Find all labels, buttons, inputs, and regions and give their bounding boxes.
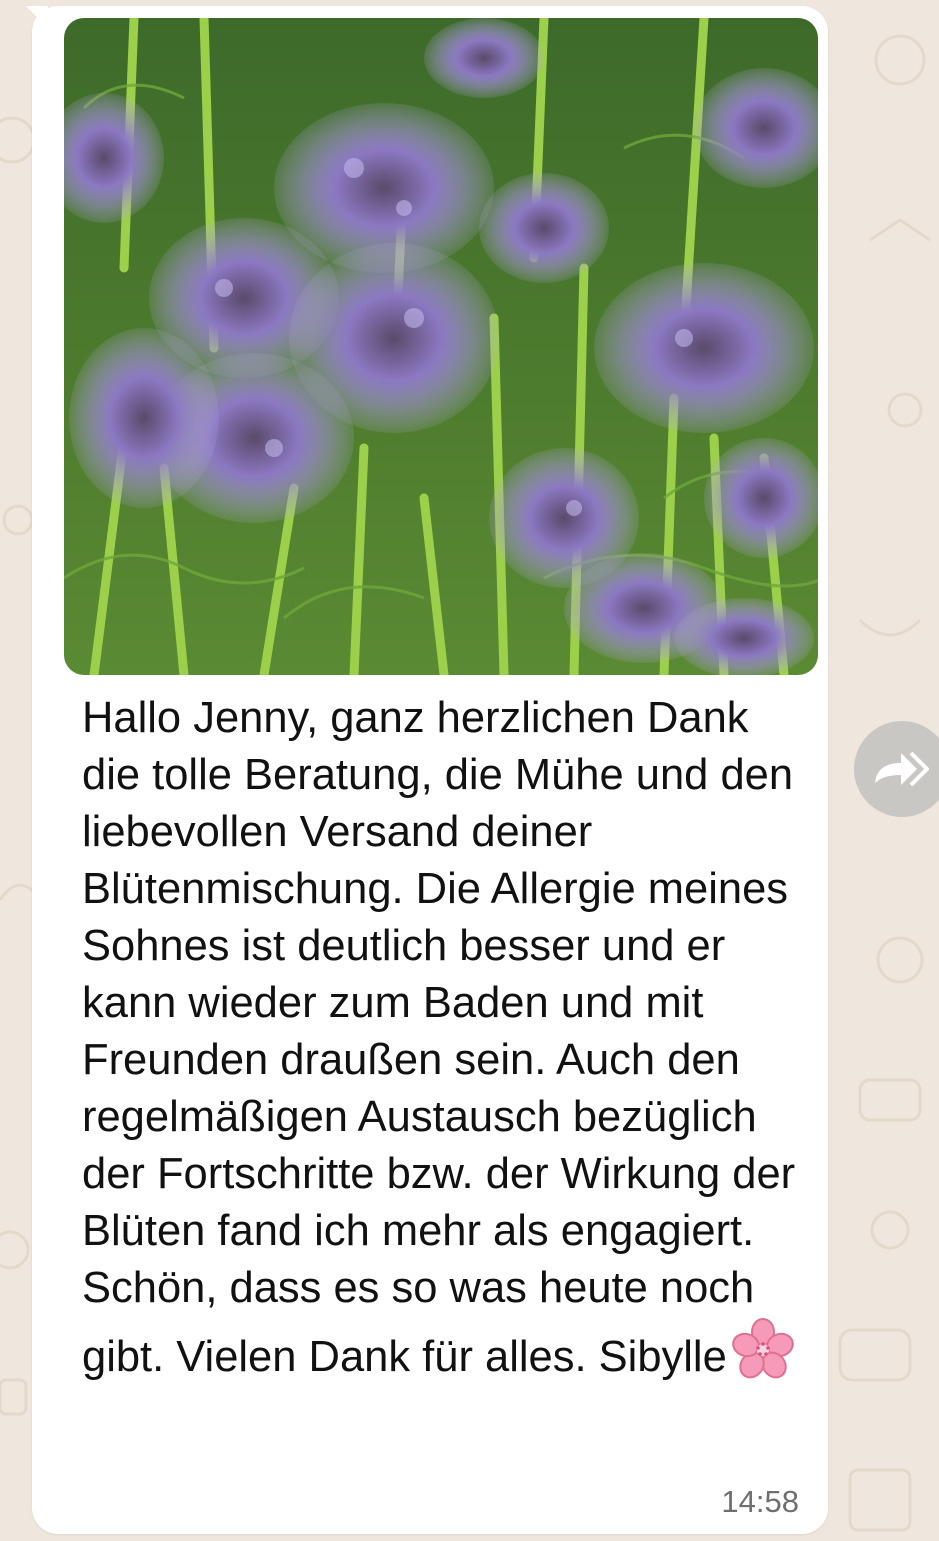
message-text: Hallo Jenny, ganz herzlichen Dank die to…: [82, 690, 802, 1396]
forward-icon: [875, 751, 929, 787]
forward-button[interactable]: [854, 721, 939, 817]
phacelia-flowers-photo: [64, 18, 818, 675]
message-photo[interactable]: [64, 18, 818, 675]
message-timestamp: 14:58: [721, 1484, 799, 1519]
message-body: Hallo Jenny, ganz herzlichen Dank die to…: [82, 694, 796, 1381]
cherry-blossom-icon: [731, 1317, 795, 1396]
